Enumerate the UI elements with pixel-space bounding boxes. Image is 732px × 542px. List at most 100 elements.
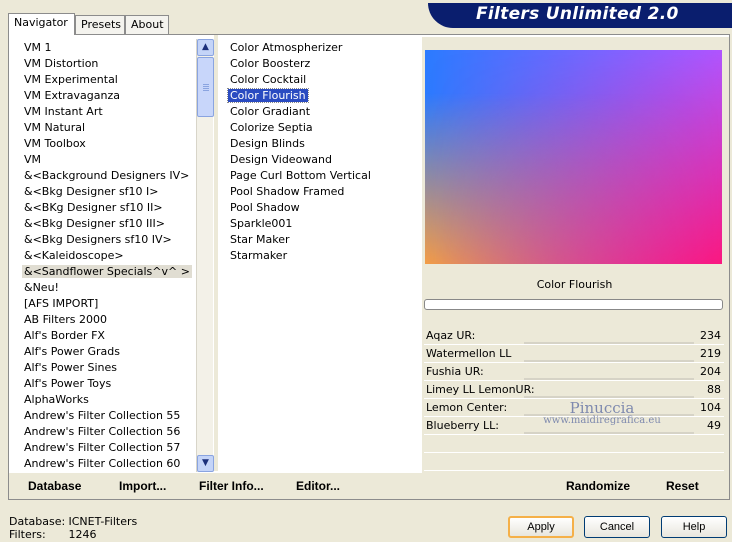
category-item-label: &<Bkg Designer sf10 I>	[24, 185, 159, 198]
empty-parameter-slot	[424, 453, 724, 471]
category-item[interactable]: Andrew's Filter Collection 60	[22, 456, 194, 472]
editor-button[interactable]: Editor...	[296, 479, 340, 493]
category-item-label: VM 1	[24, 41, 52, 54]
category-item[interactable]: Andrew's Filter Collection 57	[22, 440, 194, 456]
category-list[interactable]: VM 1 VM Distortion VM Experimental VM Extra…	[22, 40, 194, 472]
parameter-value: 204	[700, 365, 721, 378]
slider-track[interactable]	[524, 432, 694, 434]
reset-button[interactable]: Reset	[666, 479, 699, 493]
category-item[interactable]: AlphaWorks	[22, 392, 194, 408]
category-item[interactable]: &<Bkg Designer sf10 III>	[22, 216, 194, 232]
filter-item-label: Color Flourish	[227, 88, 309, 103]
slider-track[interactable]	[524, 360, 694, 362]
category-item[interactable]: [AFS IMPORT]	[22, 296, 194, 312]
filter-item[interactable]: Color Cocktail	[228, 72, 418, 88]
category-item[interactable]: VM Natural	[22, 120, 194, 136]
slider-track[interactable]	[524, 342, 694, 344]
category-item[interactable]: Alf's Power Sines	[22, 360, 194, 376]
tab-navigator[interactable]: Navigator	[8, 13, 75, 35]
filter-item[interactable]: Pool Shadow	[228, 200, 418, 216]
category-item[interactable]: &<Kaleidoscope>	[22, 248, 194, 264]
filter-item[interactable]: Colorize Septia	[228, 120, 418, 136]
category-item[interactable]: Andrew's Filter Collection 55	[22, 408, 194, 424]
filter-item[interactable]: Design Videowand	[228, 152, 418, 168]
filter-item[interactable]: Design Blinds	[228, 136, 418, 152]
filter-item[interactable]: Color Flourish	[227, 88, 418, 104]
category-item[interactable]: VM 1	[22, 40, 194, 56]
category-item-label: Alf's Power Sines	[24, 361, 117, 374]
filter-item[interactable]: Sparkle001	[228, 216, 418, 232]
filter-item[interactable]: Star Maker	[228, 232, 418, 248]
category-item[interactable]: &Neu!	[22, 280, 194, 296]
category-item-label: [AFS IMPORT]	[24, 297, 99, 310]
filter-item[interactable]: Color Atmospherizer	[228, 40, 418, 56]
scroll-down-icon[interactable]: ▼	[197, 455, 214, 472]
parameter-slider[interactable]: Lemon Center: 104	[424, 399, 724, 417]
filter-item-label: Color Boosterz	[230, 57, 311, 70]
filter-item[interactable]: Pool Shadow Framed	[228, 184, 418, 200]
category-item[interactable]: VM	[22, 152, 194, 168]
parameter-value: 88	[707, 383, 721, 396]
category-item-label: &<Sandflower Specials^v^ >	[22, 265, 192, 278]
category-scrollbar[interactable]: ▲ ▼	[196, 39, 214, 472]
slider-track[interactable]	[524, 396, 694, 398]
filter-item[interactable]: Page Curl Bottom Vertical	[228, 168, 418, 184]
category-item-label: VM Toolbox	[24, 137, 86, 150]
randomize-button[interactable]: Randomize	[566, 479, 630, 493]
category-item[interactable]: Alf's Power Toys	[22, 376, 194, 392]
scroll-up-icon[interactable]: ▲	[197, 39, 214, 56]
help-button[interactable]: Help	[661, 516, 727, 538]
slider-track[interactable]	[524, 414, 694, 416]
filters-label: Filters:	[9, 528, 46, 541]
filter-item[interactable]: Color Gradiant	[228, 104, 418, 120]
tab-about[interactable]: About	[125, 15, 169, 34]
category-item[interactable]: &<BKg Designer sf10 II>	[22, 200, 194, 216]
filter-info-button[interactable]: Filter Info...	[199, 479, 264, 493]
filter-item[interactable]: Color Boosterz	[228, 56, 418, 72]
category-item[interactable]: VM Experimental	[22, 72, 194, 88]
filter-list[interactable]: Color Atmospherizer Color Boosterz Color C…	[227, 40, 418, 264]
filter-item-label: Design Videowand	[230, 153, 332, 166]
category-item[interactable]: Andrew's Filter Collection 56	[22, 424, 194, 440]
category-item[interactable]: &<Bkg Designers sf10 IV>	[22, 232, 194, 248]
preview-image	[425, 50, 722, 264]
filter-item-label: Pool Shadow Framed	[230, 185, 345, 198]
category-item-label: &<Bkg Designers sf10 IV>	[24, 233, 172, 246]
category-item[interactable]: Alf's Border FX	[22, 328, 194, 344]
parameter-label: Aqaz UR:	[426, 329, 476, 342]
category-item[interactable]: &<Bkg Designer sf10 I>	[22, 184, 194, 200]
parameter-slider[interactable]: Watermellon LL 219	[424, 345, 724, 363]
app-title: Filters Unlimited 2.0	[476, 4, 679, 24]
parameter-label: Fushia UR:	[426, 365, 484, 378]
filter-item[interactable]: Starmaker	[228, 248, 418, 264]
parameter-slider[interactable]: Blueberry LL: 49	[424, 417, 724, 435]
category-item-label: Alf's Border FX	[24, 329, 105, 342]
category-item[interactable]: &<Background Designers IV>	[22, 168, 194, 184]
parameter-slider[interactable]: Fushia UR: 204	[424, 363, 724, 381]
category-item-label: Andrew's Filter Collection 57	[24, 441, 181, 454]
cancel-button[interactable]: Cancel	[584, 516, 650, 538]
parameter-slider[interactable]: Aqaz UR: 234	[424, 327, 724, 345]
filter-item-label: Color Atmospherizer	[230, 41, 343, 54]
filter-item-label: Color Gradiant	[230, 105, 311, 118]
database-button[interactable]: Database	[28, 479, 81, 493]
filters-count: 1246	[68, 528, 97, 541]
category-item[interactable]: &<Sandflower Specials^v^ >	[22, 264, 194, 280]
category-item[interactable]: VM Distortion	[22, 56, 194, 72]
category-item[interactable]: VM Instant Art	[22, 104, 194, 120]
import-button[interactable]: Import...	[119, 479, 166, 493]
category-item[interactable]: AB Filters 2000	[22, 312, 194, 328]
parameter-slider[interactable]: Limey LL LemonUR: 88	[424, 381, 724, 399]
scrollbar-thumb[interactable]	[197, 57, 214, 117]
filter-item-label: Sparkle001	[230, 217, 293, 230]
category-item[interactable]: Alf's Power Grads	[22, 344, 194, 360]
category-item[interactable]: VM Extravaganza	[22, 88, 194, 104]
apply-button[interactable]: Apply	[508, 516, 574, 538]
slider-track[interactable]	[524, 378, 694, 380]
parameter-list: Aqaz UR: 234 Watermellon LL 219 Fushia UR: 20…	[424, 327, 724, 471]
tab-presets[interactable]: Presets	[75, 15, 125, 34]
category-item-label: &<Background Designers IV>	[24, 169, 190, 182]
category-item[interactable]: VM Toolbox	[22, 136, 194, 152]
parameter-value: 49	[707, 419, 721, 432]
parameter-value: 234	[700, 329, 721, 342]
